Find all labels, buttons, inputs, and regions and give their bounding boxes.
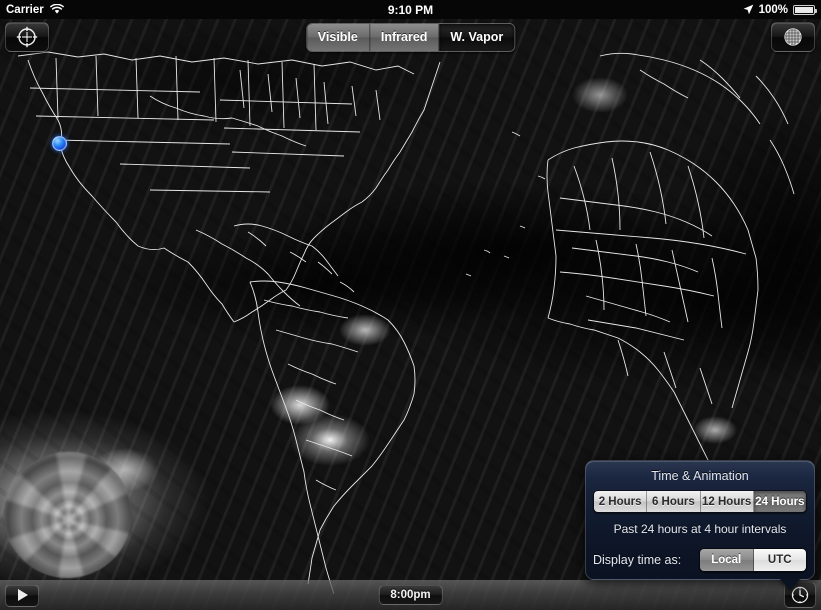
status-bar-time: 9:10 PM	[0, 3, 821, 17]
duration-segmented-control[interactable]: 2 Hours 6 Hours 12 Hours 24 Hours	[593, 490, 807, 513]
popover-title: Time & Animation	[593, 469, 807, 483]
battery-full-icon	[793, 5, 815, 15]
map-layers-button[interactable]	[771, 22, 815, 52]
imagery-type-segmented-control[interactable]: Visible Infrared W. Vapor	[306, 23, 515, 52]
duration-description: Past 24 hours at 4 hour intervals	[593, 522, 807, 536]
time-and-animation-popover: Time & Animation 2 Hours 6 Hours 12 Hour…	[585, 460, 815, 580]
locate-me-button[interactable]	[5, 22, 49, 52]
africa-country-borders	[556, 152, 746, 404]
location-arrow-icon	[743, 4, 754, 15]
duration-option-12-hours[interactable]: 12 Hours	[701, 491, 754, 512]
timezone-segmented-control[interactable]: Local UTC	[699, 548, 807, 572]
top-toolbar: Visible Infrared W. Vapor	[0, 19, 821, 55]
play-triangle-icon	[18, 589, 28, 601]
display-time-label: Display time as:	[593, 553, 681, 567]
duration-option-2-hours[interactable]: 2 Hours	[594, 491, 647, 512]
timezone-option-local[interactable]: Local	[700, 549, 754, 571]
central-america-caribbean	[196, 224, 354, 306]
play-animation-button[interactable]	[5, 584, 39, 607]
europe-mediterranean	[600, 53, 794, 194]
crosshair-target-icon	[16, 26, 38, 48]
weather-satellite-app: Carrier 9:10 PM 100%	[0, 0, 821, 610]
duration-option-24-hours[interactable]: 24 Hours	[754, 491, 806, 512]
bottom-toolbar: 8:00pm	[0, 580, 821, 610]
south-america-outline	[250, 281, 415, 594]
status-bar-right: 100%	[743, 4, 821, 16]
ios-status-bar: Carrier 9:10 PM 100%	[0, 0, 821, 19]
segment-visible[interactable]: Visible	[307, 24, 370, 51]
atlantic-islands	[466, 132, 545, 276]
timezone-option-utc[interactable]: UTC	[754, 549, 807, 571]
duration-option-6-hours[interactable]: 6 Hours	[647, 491, 700, 512]
segment-infrared[interactable]: Infrared	[370, 24, 440, 51]
africa-outline	[547, 141, 758, 488]
us-state-borders	[30, 56, 380, 192]
globe-hatched-icon	[782, 26, 804, 48]
display-time-row: Display time as: Local UTC	[593, 548, 807, 572]
segment-water-vapor[interactable]: W. Vapor	[439, 24, 514, 51]
battery-percent-label: 100%	[759, 4, 788, 16]
current-location-dot[interactable]	[52, 136, 67, 151]
frame-time-chip[interactable]: 8:00pm	[378, 585, 442, 605]
